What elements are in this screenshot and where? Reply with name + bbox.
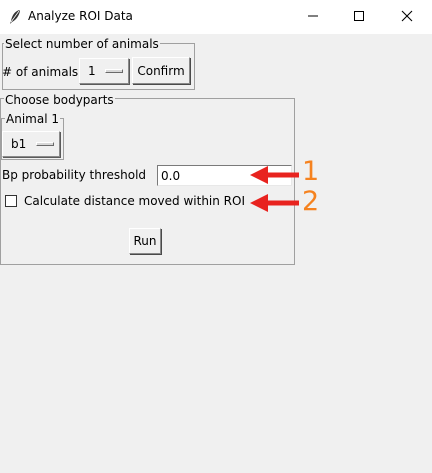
bodypart-dropdown[interactable]: b1	[2, 131, 60, 157]
annotation-arrow-1	[250, 166, 299, 184]
distance-checkbox-label[interactable]: Calculate distance moved within ROI	[24, 194, 245, 208]
animals-group-label: Select number of animals	[4, 37, 160, 51]
threshold-label: Bp probability threshold	[2, 168, 147, 182]
bodyparts-group-label: Choose bodyparts	[4, 93, 115, 107]
animal-count-label: # of animals	[2, 65, 79, 79]
minimize-icon	[307, 10, 319, 25]
distance-checkbox[interactable]	[5, 195, 17, 207]
minimize-button[interactable]	[290, 0, 336, 34]
annotation-number-2: 2	[302, 186, 320, 217]
close-icon	[401, 10, 413, 25]
bodypart-value: b1	[11, 137, 27, 151]
close-button[interactable]	[384, 0, 430, 34]
dropdown-indicator-icon	[36, 142, 54, 146]
feather-icon	[8, 9, 22, 25]
animal-count-value: 1	[88, 64, 96, 78]
confirm-button[interactable]: Confirm	[132, 57, 190, 84]
animal-count-dropdown[interactable]: 1	[79, 58, 129, 84]
maximize-button[interactable]	[336, 0, 382, 34]
run-button[interactable]: Run	[129, 228, 161, 254]
title-bar[interactable]: Analyze ROI Data	[0, 0, 432, 34]
animal-1-group-label: Animal 1	[5, 112, 60, 126]
dropdown-indicator-icon	[105, 69, 123, 73]
annotation-number-1: 1	[302, 156, 320, 187]
annotation-arrow-2	[250, 194, 299, 212]
maximize-icon	[353, 10, 365, 25]
window-title: Analyze ROI Data	[28, 9, 133, 23]
analyze-roi-window: Analyze ROI Data Select number of animal…	[0, 0, 432, 473]
